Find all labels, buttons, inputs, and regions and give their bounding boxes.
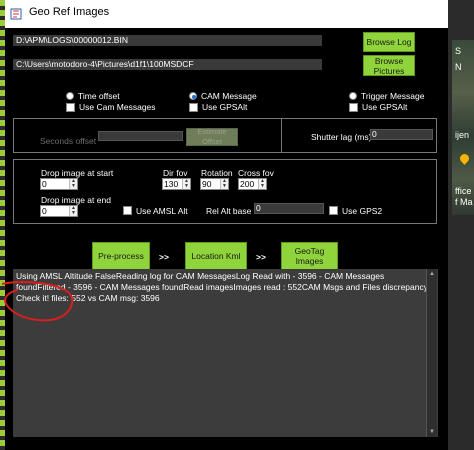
spinner-icon[interactable]: ▲ ▼ — [182, 179, 190, 189]
title-bar: Geo Ref Images — [5, 0, 448, 28]
scroll-up-icon[interactable]: ▲ — [428, 271, 436, 277]
arrow-1: >> — [159, 252, 169, 262]
offset-group-divider — [281, 119, 282, 152]
map-label: ijen — [455, 130, 470, 140]
dir-fov-label: Dir fov — [163, 168, 188, 178]
trigger-message-label: Trigger Message — [361, 91, 425, 101]
preprocess-button[interactable]: Pre-process — [92, 242, 150, 270]
use-cam-messages-checkbox[interactable] — [66, 103, 75, 112]
seconds-offset-label: Seconds offset — [40, 136, 97, 146]
log-path-field[interactable]: D:\APM\LOGS\00000012.BIN — [13, 35, 322, 46]
shutter-lag-label: Shutter lag (ms) — [311, 132, 372, 142]
cam-message-radio[interactable] — [189, 92, 197, 100]
drop-end-label: Drop image at end — [41, 195, 111, 205]
red-circle-annotation — [1, 281, 74, 322]
map-label: S — [455, 46, 462, 56]
use-gps2-label: Use GPS2 — [342, 206, 383, 216]
pictures-path-field[interactable]: C:\Users\motodoro-4\Pictures\d1f1\100MSD… — [13, 59, 322, 70]
use-gpsalt-label-2: Use GPSAlt — [362, 102, 408, 112]
rotation-input[interactable]: 90 ▲ ▼ — [200, 178, 229, 190]
map-label: N — [455, 62, 462, 72]
drop-start-input[interactable]: 0 ▲ ▼ — [40, 178, 78, 190]
use-cam-messages-label: Use Cam Messages — [79, 102, 156, 112]
location-kml-button[interactable]: Location Kml — [185, 242, 247, 270]
cross-fov-input[interactable]: 200 ▲ ▼ — [238, 178, 267, 190]
rotation-value: 90 — [202, 179, 212, 189]
log-scrollbar[interactable]: ▲ ▼ — [426, 269, 437, 437]
drop-end-input[interactable]: 0 ▲ ▼ — [40, 205, 78, 217]
map-background-strip: S N ijen ffice f Ma — [452, 40, 474, 215]
use-gpsalt-label-1: Use GPSAlt — [202, 102, 248, 112]
drop-start-label: Drop image at start — [41, 168, 114, 178]
rel-alt-base-label: Rel Alt base — [206, 206, 252, 216]
app-icon — [10, 8, 22, 20]
rotation-label: Rotation — [201, 168, 233, 178]
map-label: f Ma — [455, 197, 473, 207]
geotag-images-button[interactable]: GeoTag Images — [281, 242, 338, 270]
arrow-2: >> — [256, 252, 266, 262]
use-gpsalt-checkbox-2[interactable] — [349, 103, 358, 112]
spinner-icon[interactable]: ▲ ▼ — [220, 179, 228, 189]
trigger-message-radio[interactable] — [349, 92, 357, 100]
spinner-icon[interactable]: ▲ ▼ — [69, 179, 77, 189]
browse-log-button[interactable]: Browse Log — [363, 32, 415, 52]
drop-start-value: 0 — [42, 179, 47, 189]
seconds-offset-input[interactable] — [98, 131, 183, 141]
map-label: ffice — [455, 186, 472, 196]
spinner-icon[interactable]: ▲ ▼ — [258, 179, 266, 189]
spinner-icon[interactable]: ▲ ▼ — [69, 206, 77, 216]
use-gpsalt-checkbox-1[interactable] — [189, 103, 198, 112]
map-pin-icon — [458, 152, 471, 165]
drop-end-value: 0 — [42, 206, 47, 216]
shutter-lag-input[interactable]: 0 — [370, 129, 433, 140]
estimate-offset-button[interactable]: Estimate Offset — [186, 127, 238, 146]
time-offset-radio[interactable] — [66, 92, 74, 100]
use-gps2-checkbox[interactable] — [329, 206, 338, 215]
scroll-down-icon[interactable]: ▼ — [428, 429, 436, 435]
cam-message-label: CAM Message — [201, 91, 257, 101]
rel-alt-base-input[interactable]: 0 — [254, 203, 324, 214]
cross-fov-value: 200 — [240, 179, 255, 189]
use-amsl-alt-label: Use AMSL Alt — [136, 206, 188, 216]
dir-fov-value: 130 — [164, 179, 179, 189]
cross-fov-label: Cross fov — [238, 168, 274, 178]
browse-pictures-button[interactable]: Browse Pictures — [363, 55, 415, 76]
time-offset-label: Time offset — [78, 91, 120, 101]
window-title: Geo Ref Images — [29, 6, 110, 18]
dir-fov-input[interactable]: 130 ▲ ▼ — [162, 178, 191, 190]
use-amsl-alt-checkbox[interactable] — [123, 206, 132, 215]
